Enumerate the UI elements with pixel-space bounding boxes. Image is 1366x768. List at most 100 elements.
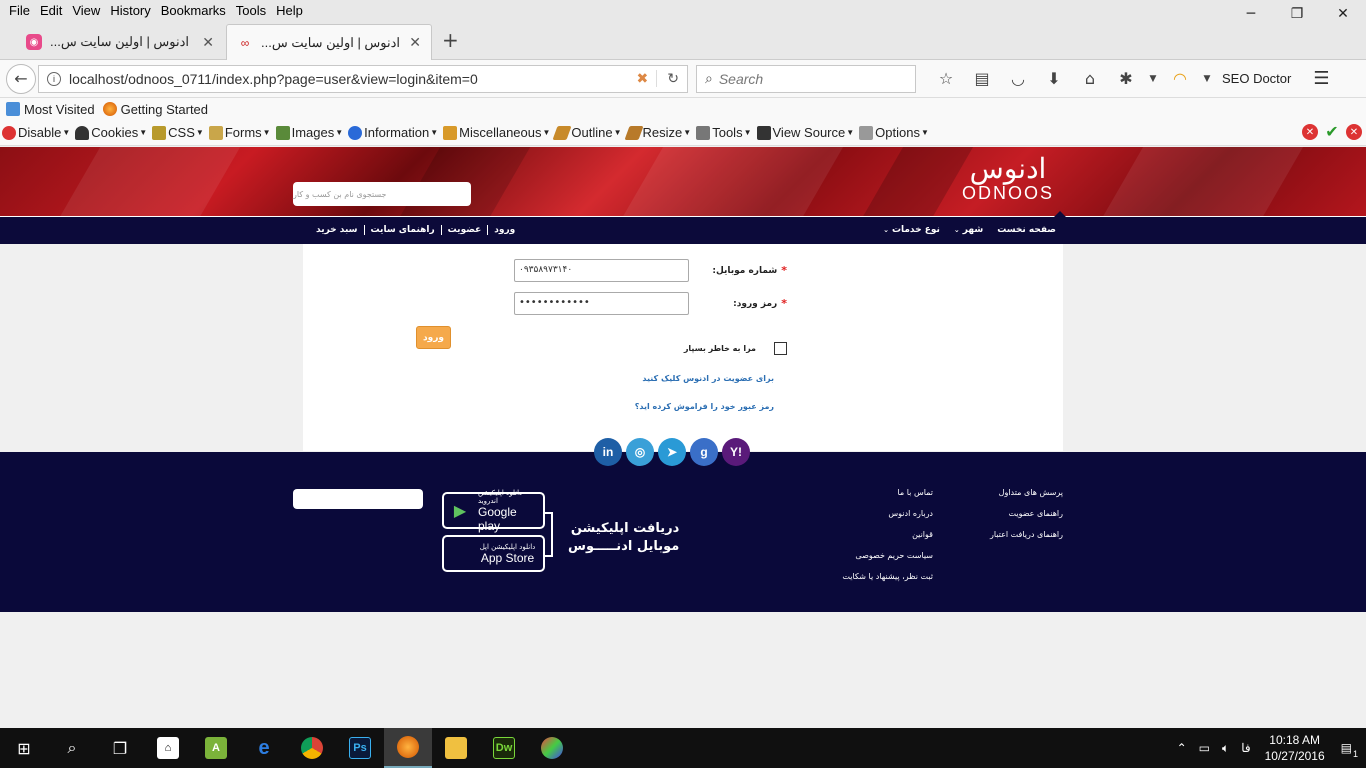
store-icon[interactable]: ⌂ (144, 728, 192, 768)
android-studio-icon[interactable]: A (192, 728, 240, 768)
menu-tools[interactable]: Tools (231, 3, 271, 18)
site-logo[interactable]: ادنوس ODNOOS (962, 155, 1054, 204)
dev-resize[interactable]: Resize ▼ (623, 125, 691, 140)
linkedin-icon[interactable]: in (594, 438, 622, 466)
dreamweaver-icon[interactable]: Dw (480, 728, 528, 768)
rainbow-icon[interactable]: ◠ (1162, 69, 1198, 88)
download-icon[interactable]: ⬇ (1036, 69, 1072, 88)
new-tab-icon[interactable]: + (442, 28, 459, 52)
paint-icon[interactable] (528, 728, 576, 768)
menu-bookmarks[interactable]: Bookmarks (156, 3, 231, 18)
apple-icon (450, 543, 470, 565)
mobile-input[interactable]: ۰۹۳۵۸۹۷۳۱۴۰ (514, 259, 689, 282)
dev-options[interactable]: Options ▼ (859, 125, 929, 140)
back-arrow-icon[interactable]: ← (6, 63, 36, 94)
password-input[interactable]: •••••••••••• (514, 292, 689, 315)
menu-edit[interactable]: Edit (35, 3, 67, 18)
dev-disable[interactable]: Disable ▼ (2, 125, 70, 140)
dropdown-icon[interactable]: ▼ (1144, 74, 1162, 84)
google-play-badge[interactable]: ▶ دانلود اپلیکیشن اندروید Google play (442, 489, 545, 533)
footer-link[interactable]: پرسش های متداول (990, 488, 1063, 497)
footer-link[interactable]: راهنمای عضویت (990, 509, 1063, 518)
chrome-icon[interactable] (288, 728, 336, 768)
chevron-up-icon[interactable]: ⌃ (1177, 741, 1187, 755)
seo-doctor-button[interactable]: SEO Doctor (1222, 71, 1291, 86)
dev-information[interactable]: Information ▼ (348, 125, 438, 140)
app-title-line: موبایل ادنـــــوس (568, 539, 680, 554)
login-button[interactable]: ورود (416, 326, 451, 349)
signup-link[interactable]: برای عضویت در ادنوس کلیک کنید (642, 374, 774, 383)
dev-tools[interactable]: Tools ▼ (696, 125, 752, 140)
check-icon[interactable]: ✔ (1324, 124, 1340, 141)
close-tab-icon[interactable]: ✕ (409, 34, 421, 51)
input-language[interactable]: فا (1241, 741, 1250, 755)
dropdown-icon[interactable]: ▼ (1198, 74, 1216, 84)
menu-file[interactable]: File (4, 3, 35, 18)
error-icon[interactable]: ✕ (1346, 124, 1362, 140)
task-view-icon[interactable]: ❐ (96, 728, 144, 768)
footer-link[interactable]: قوانین (842, 530, 933, 539)
file-explorer-icon[interactable] (432, 728, 480, 768)
menu-help[interactable]: Help (271, 3, 308, 18)
network-icon[interactable]: ▭ (1199, 741, 1210, 755)
extension-icon[interactable]: ✱ (1108, 69, 1144, 88)
dev-outline[interactable]: Outline ▼ (552, 125, 622, 140)
bookmark-star-icon[interactable]: ☆ (928, 69, 964, 88)
remember-checkbox[interactable] (774, 342, 787, 355)
nav-left-group: ورود عضویت راهنمای سایت سبد خرید (310, 225, 515, 235)
dev-label: Cookies (91, 125, 139, 140)
google-icon[interactable]: g (690, 438, 718, 466)
nav-login[interactable]: ورود (487, 225, 515, 235)
photoshop-icon[interactable]: Ps (336, 728, 384, 768)
reload-icon[interactable]: ↻ (656, 70, 679, 87)
search-bar[interactable]: ⌕ Search (696, 64, 916, 93)
windows-start-icon[interactable]: ⊞ (0, 728, 48, 768)
footer-link[interactable]: درباره ادنوس (842, 509, 933, 518)
footer-link[interactable]: سیاست حریم خصوصی (842, 551, 933, 560)
menu-history[interactable]: History (105, 3, 155, 18)
pocket-icon[interactable]: ◡ (1000, 69, 1036, 88)
nav-register[interactable]: عضویت (440, 225, 488, 235)
clear-url-icon[interactable]: ✖ (637, 70, 649, 87)
nav-site-guide[interactable]: راهنمای سایت (363, 225, 441, 235)
dev-css[interactable]: CSS ▼ (152, 125, 204, 140)
nav-cart[interactable]: سبد خرید (310, 225, 364, 235)
clock[interactable]: 10:18 AM 10/27/2016 (1265, 732, 1325, 764)
menu-hamburger-icon[interactable]: ☰ (1313, 68, 1329, 89)
edge-icon[interactable]: e (240, 728, 288, 768)
nav-city[interactable]: شهر⌄ (954, 225, 983, 235)
url-text[interactable]: localhost/odnoos_0711/index.php?page=use… (69, 71, 629, 87)
dev-forms[interactable]: Forms ▼ (208, 125, 271, 140)
instagram-icon[interactable]: ◎ (626, 438, 654, 466)
nav-service-type[interactable]: نوع خدمات⌄ (883, 225, 940, 235)
home-icon[interactable]: ⌂ (1072, 69, 1108, 88)
yahoo-icon[interactable]: Y! (722, 438, 750, 466)
bookmark-getting-started[interactable]: Getting Started (102, 102, 208, 117)
reading-list-icon[interactable]: ▤ (964, 69, 1000, 88)
error-icon[interactable]: ✕ (1302, 124, 1318, 140)
notifications-icon[interactable]: ▤ 1 (1341, 741, 1358, 759)
dev-cookies[interactable]: Cookies ▼ (75, 125, 147, 140)
search-icon[interactable]: ⌕ (48, 728, 96, 768)
menu-view[interactable]: View (67, 3, 105, 18)
telegram-icon[interactable]: ➤ (658, 438, 686, 466)
site-search-input[interactable]: جستجوی نام بن کسب و کار (293, 182, 471, 206)
nav-home[interactable]: صفحه نخست (997, 225, 1056, 235)
volume-icon[interactable]: 🔈︎ (1222, 741, 1229, 756)
dev-miscellaneous[interactable]: Miscellaneous ▼ (443, 125, 550, 140)
forgot-password-link[interactable]: رمز عبور خود را فراموش کرده اید؟ (635, 402, 774, 411)
tab-2-active[interactable]: ∞ ادنوس | اولین سایت س... ✕ (226, 24, 432, 60)
dev-images[interactable]: Images ▼ (275, 125, 343, 140)
tab-1[interactable]: ◉ ادنوس | اولین سایت س... ✕ (16, 24, 224, 60)
footer-link[interactable]: تماس با ما (842, 488, 933, 497)
firefox-icon[interactable] (384, 728, 432, 768)
footer-link[interactable]: ثبت نظر، پیشنهاد یا شکایت (842, 572, 933, 581)
app-store-badge[interactable]: دانلود اپلیکیشن اپل App Store (442, 535, 545, 572)
footer-input[interactable] (293, 489, 423, 509)
close-tab-icon[interactable]: ✕ (202, 34, 214, 51)
footer-link[interactable]: راهنمای دریافت اعتبار (990, 530, 1063, 539)
dev-view-source[interactable]: View Source ▼ (756, 125, 854, 140)
url-bar[interactable]: i localhost/odnoos_0711/index.php?page=u… (38, 64, 688, 93)
info-icon[interactable]: i (47, 71, 61, 86)
bookmark-most-visited[interactable]: Most Visited (6, 102, 95, 117)
